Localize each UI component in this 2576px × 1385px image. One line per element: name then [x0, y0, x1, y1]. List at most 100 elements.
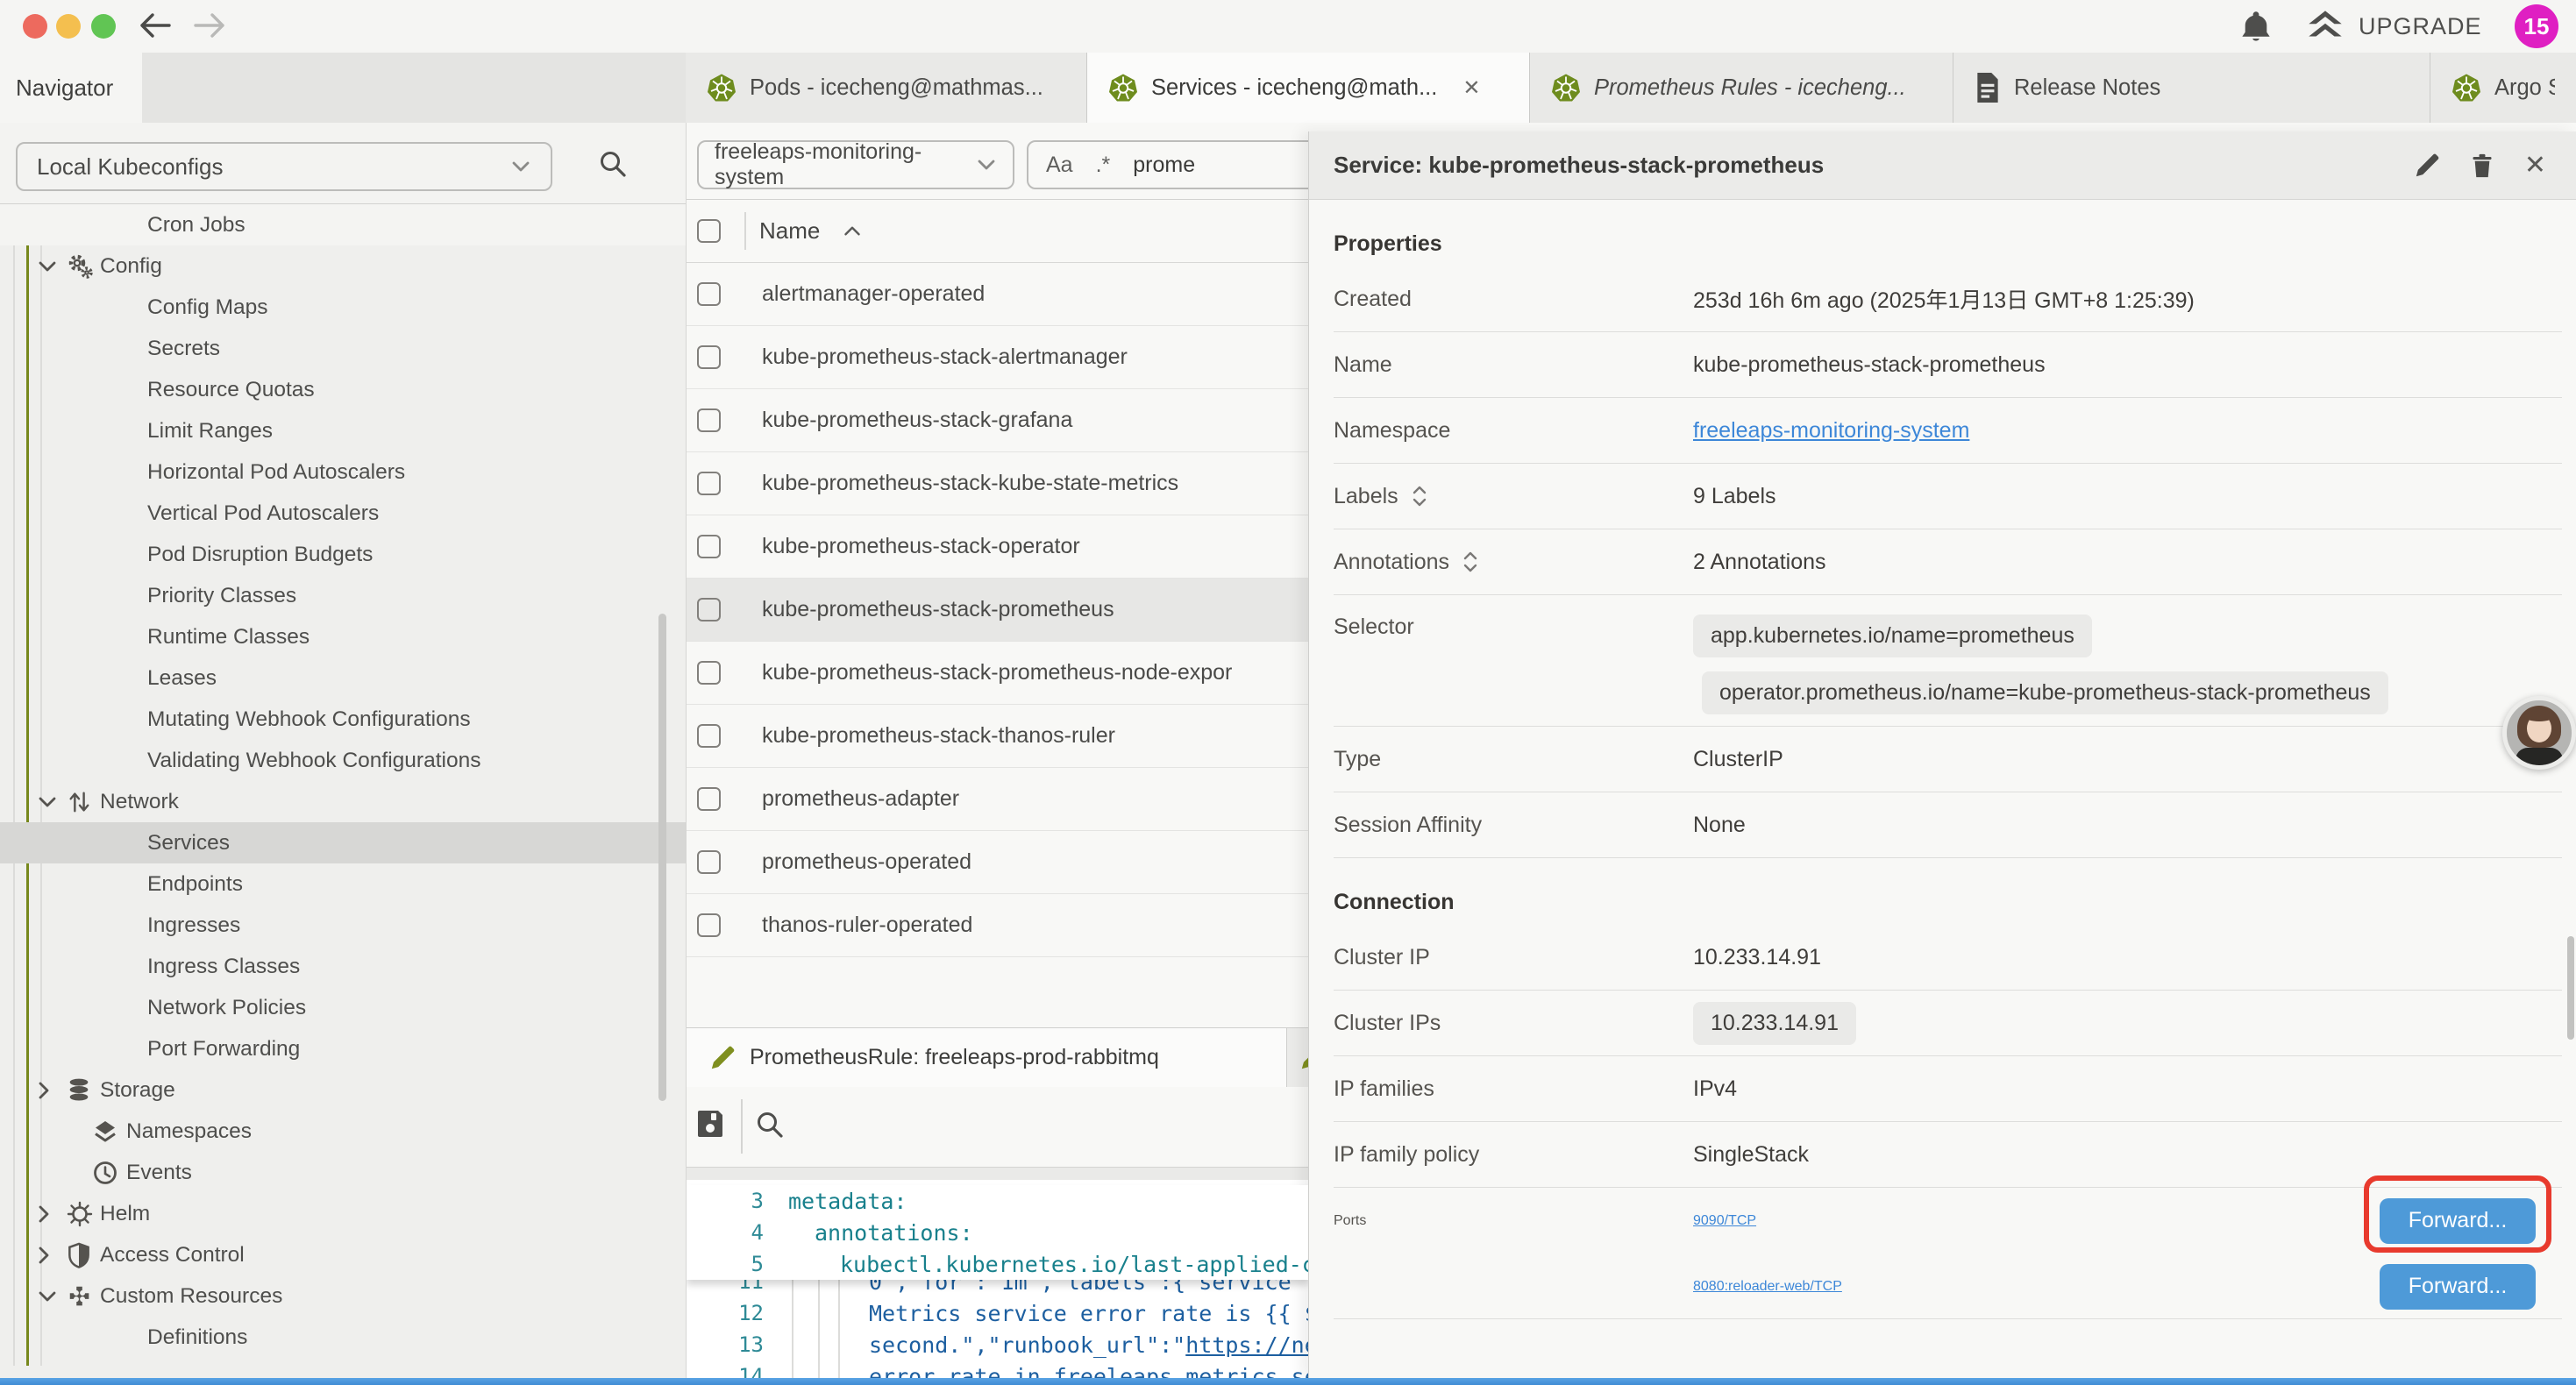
row-checkbox[interactable] — [697, 850, 721, 874]
row-checkbox[interactable] — [697, 345, 721, 369]
service-name: kube-prometheus-stack-grafana — [762, 408, 1072, 433]
sidebar-item[interactable]: Mutating Webhook Configurations — [0, 699, 686, 740]
service-row[interactable]: thanos-ruler-operated — [687, 894, 1308, 957]
chevron-right-icon — [37, 1204, 67, 1225]
sidebar-item[interactable]: Events — [0, 1152, 686, 1193]
service-row[interactable]: alertmanager-operated — [687, 263, 1308, 326]
sidebar-item[interactable]: Access Control — [0, 1234, 686, 1275]
sidebar-item[interactable]: Helm — [0, 1193, 686, 1234]
close-icon[interactable]: ✕ — [2524, 150, 2546, 181]
avatar[interactable] — [2502, 696, 2576, 770]
search-icon[interactable] — [598, 149, 628, 179]
row-checkbox[interactable] — [697, 472, 721, 495]
traffic-minimize-button[interactable] — [56, 14, 81, 39]
notification-badge[interactable]: 15 — [2515, 4, 2558, 48]
expand-caret-icon[interactable] — [1411, 485, 1428, 508]
tab-navigator[interactable]: Navigator — [0, 53, 142, 123]
sidebar-item-label: Secrets — [147, 337, 220, 361]
traffic-zoom-button[interactable] — [91, 14, 116, 39]
bottom-tab-bar: PrometheusRule: freeleaps-prod-rabbitmq — [687, 1027, 1308, 1087]
sidebar-item[interactable]: Ingresses — [0, 905, 686, 946]
tab-services[interactable]: Services - icecheng@math... ✕ — [1087, 53, 1530, 123]
sidebar-item-label: Ingresses — [147, 913, 240, 938]
yaml-editor[interactable]: 3metadata: 4annotations: 5kubectl.kubern… — [687, 1168, 1308, 1378]
row-checkbox[interactable] — [697, 408, 721, 432]
edit-pencil-icon[interactable] — [2414, 153, 2440, 179]
service-row[interactable]: prometheus-operated — [687, 831, 1308, 894]
details-body: Properties Created 253d 16h 6m ago (2025… — [1309, 200, 2576, 1377]
sidebar-item-label: Custom Resources — [100, 1284, 282, 1309]
tab-prometheus-rules[interactable]: Prometheus Rules - icecheng... — [1530, 53, 1953, 123]
namespace-select[interactable]: freeleaps-monitoring-system — [697, 140, 1014, 189]
sidebar-item[interactable]: Network — [0, 781, 686, 822]
sidebar-item[interactable]: Storage — [0, 1069, 686, 1111]
sidebar-item[interactable]: Definitions — [0, 1317, 686, 1358]
select-all-checkbox[interactable] — [697, 219, 721, 243]
row-checkbox[interactable] — [697, 598, 721, 621]
tab-argo[interactable]: Argo Se — [2430, 53, 2576, 123]
sidebar-item[interactable]: Priority Classes — [0, 575, 686, 616]
sidebar-item[interactable]: Resource Quotas — [0, 369, 686, 410]
service-name: kube-prometheus-stack-thanos-ruler — [762, 723, 1115, 749]
namespace-link[interactable]: freeleaps-monitoring-system — [1693, 418, 1969, 444]
forward-icon[interactable] — [193, 11, 226, 39]
sidebar-item[interactable]: Config Maps — [0, 287, 686, 328]
save-icon[interactable] — [695, 1108, 725, 1138]
port-link-8080[interactable]: 8080:reloader-web/TCP — [1693, 1279, 1842, 1295]
sidebar-item[interactable]: Ingress Classes — [0, 946, 686, 987]
kubernetes-icon — [1108, 73, 1138, 103]
service-row[interactable]: kube-prometheus-stack-thanos-ruler — [687, 705, 1308, 768]
service-row[interactable]: kube-prometheus-stack-operator — [687, 515, 1308, 579]
upgrade-button[interactable]: UPGRADE — [2306, 9, 2482, 44]
sidebar-item[interactable]: Port Forwarding — [0, 1028, 686, 1069]
tab-release-notes[interactable]: Release Notes — [1953, 53, 2430, 123]
editor-tab-prometheusrule[interactable]: PrometheusRule: freeleaps-prod-rabbitmq — [687, 1028, 1287, 1087]
row-checkbox[interactable] — [697, 724, 721, 748]
sidebar-item[interactable]: Cron Jobs — [0, 204, 686, 245]
sidebar-item[interactable]: Vertical Pod Autoscalers — [0, 493, 686, 534]
bell-icon[interactable] — [2239, 10, 2273, 43]
sidebar-item[interactable]: Secrets — [0, 328, 686, 369]
row-checkbox[interactable] — [697, 913, 721, 937]
back-icon[interactable] — [139, 11, 172, 39]
sidebar-item[interactable]: Network Policies — [0, 987, 686, 1028]
close-icon[interactable]: ✕ — [1462, 75, 1480, 101]
sidebar-scrollbar[interactable] — [658, 614, 666, 1101]
sidebar-item-label: Network Policies — [147, 996, 306, 1020]
sidebar-item[interactable]: Services — [0, 822, 686, 863]
sidebar-item[interactable]: Runtime Classes — [0, 616, 686, 657]
regex-toggle[interactable]: .* — [1096, 153, 1111, 178]
service-row[interactable]: kube-prometheus-stack-prometheus-node-ex… — [687, 642, 1308, 705]
service-row[interactable]: kube-prometheus-stack-prometheus — [687, 579, 1308, 642]
tab-pods[interactable]: Pods - icecheng@mathmas... — [686, 53, 1087, 123]
service-row[interactable]: kube-prometheus-stack-alertmanager — [687, 326, 1308, 389]
details-scrollbar[interactable] — [2567, 936, 2574, 1040]
service-row[interactable]: kube-prometheus-stack-kube-state-metrics — [687, 452, 1308, 515]
sidebar-item[interactable]: Endpoints — [0, 863, 686, 905]
sidebar-item[interactable]: Validating Webhook Configurations — [0, 740, 686, 781]
match-case-toggle[interactable]: Aa — [1046, 153, 1073, 178]
service-row[interactable]: prometheus-adapter — [687, 768, 1308, 831]
sidebar-item[interactable]: Pod Disruption Budgets — [0, 534, 686, 575]
row-checkbox[interactable] — [697, 282, 721, 306]
expand-caret-icon[interactable] — [1462, 550, 1479, 573]
kubeconfig-select[interactable]: Local Kubeconfigs — [16, 142, 552, 191]
forward-button-8080[interactable]: Forward... — [2380, 1264, 2536, 1310]
sidebar-item[interactable]: Limit Ranges — [0, 410, 686, 451]
traffic-close-button[interactable] — [23, 14, 47, 39]
row-checkbox[interactable] — [697, 535, 721, 558]
service-row[interactable]: kube-prometheus-stack-grafana — [687, 389, 1308, 452]
editor-tab-next[interactable] — [1287, 1028, 1308, 1087]
row-checkbox[interactable] — [697, 787, 721, 811]
sidebar-item[interactable]: Namespaces — [0, 1111, 686, 1152]
port-link-9090[interactable]: 9090/TCP — [1693, 1213, 1756, 1229]
sidebar-item[interactable]: Config — [0, 245, 686, 287]
sidebar-item[interactable]: Horizontal Pod Autoscalers — [0, 451, 686, 493]
filter-input[interactable]: Aa .* prome — [1027, 140, 1308, 189]
search-icon[interactable] — [755, 1110, 785, 1140]
name-column-header[interactable]: Name — [759, 217, 820, 245]
row-checkbox[interactable] — [697, 661, 721, 685]
sidebar-item[interactable]: Custom Resources — [0, 1275, 686, 1317]
trash-icon[interactable] — [2470, 152, 2494, 180]
sidebar-item[interactable]: Leases — [0, 657, 686, 699]
